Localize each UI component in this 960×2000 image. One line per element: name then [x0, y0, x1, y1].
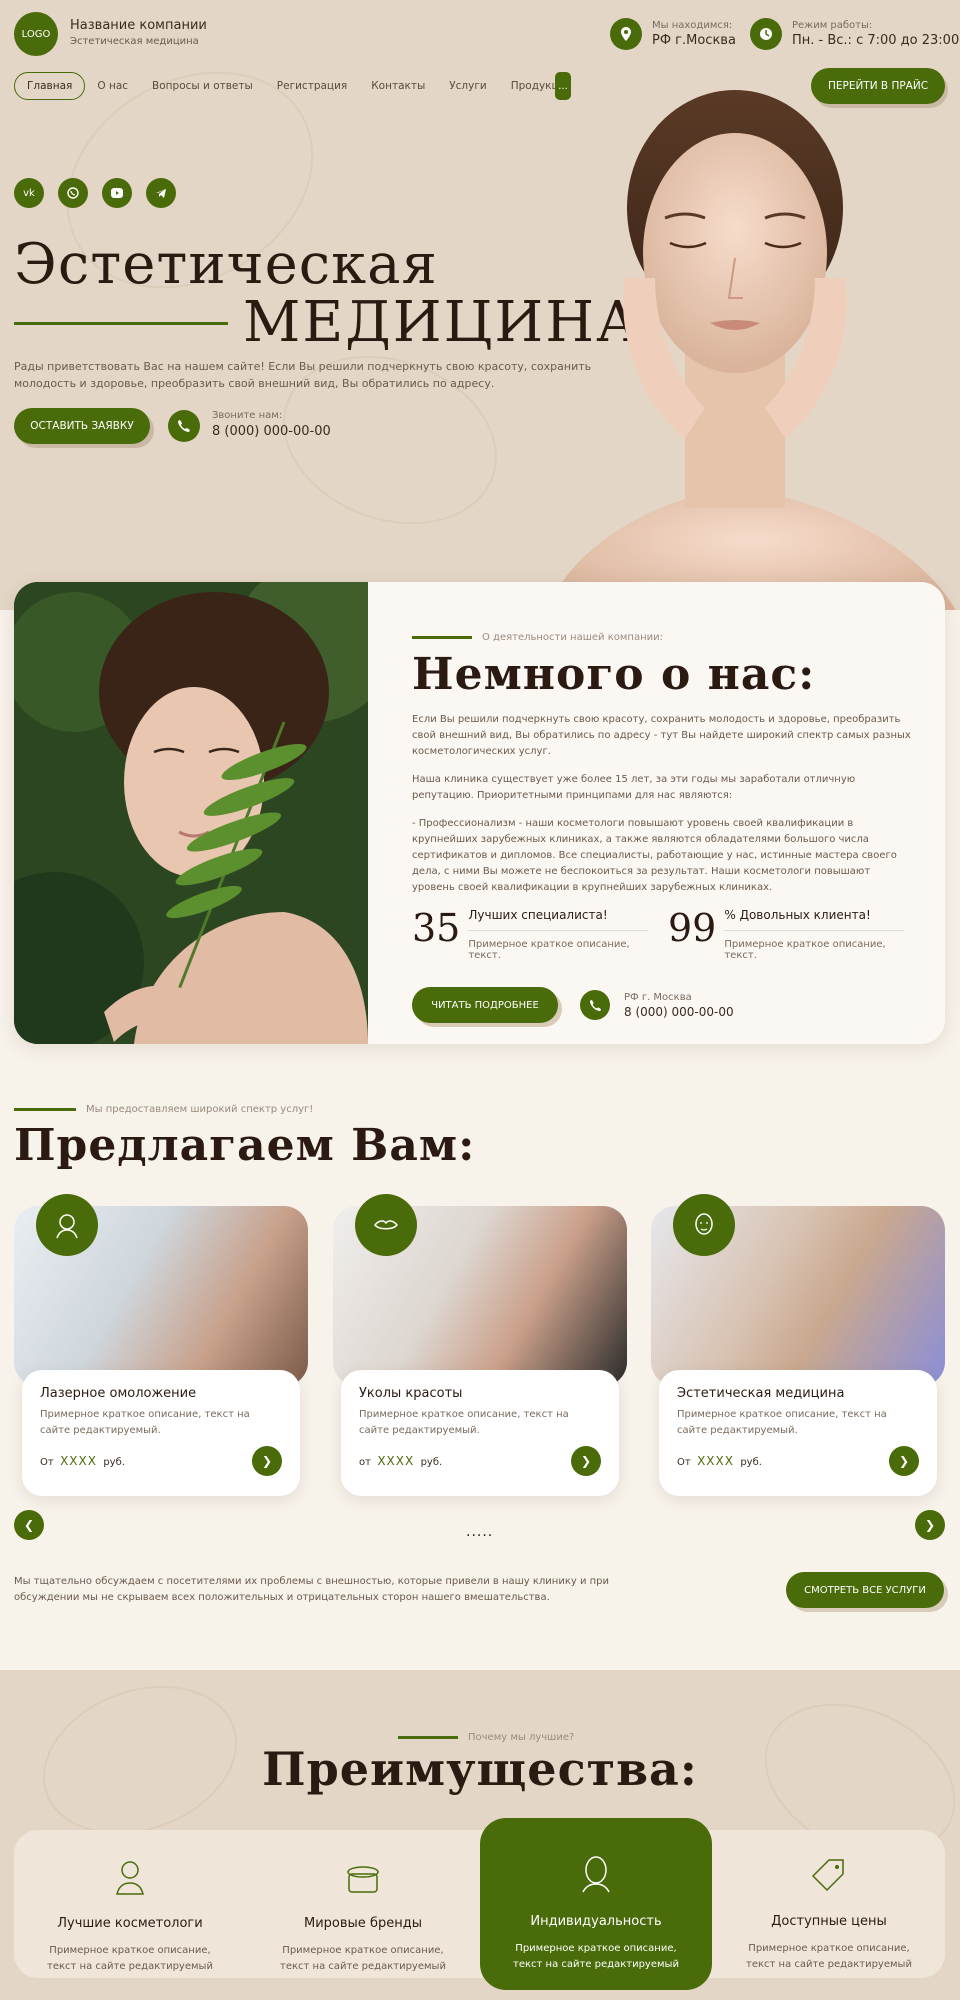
advantage-title: Лучшие косметологи — [57, 1916, 203, 1931]
about-kicker: О деятельности нашей компании: — [482, 632, 663, 643]
hero-title-line1: Эстетическая — [14, 232, 438, 297]
stat-title: % Довольных клиента! — [724, 908, 904, 931]
advantage-title: Доступные цены — [771, 1914, 887, 1929]
advantage-item[interactable]: Лучшие косметологи Примерное краткое опи… — [14, 1822, 246, 1982]
services-kicker: Мы предоставляем широкий спектр услуг! — [86, 1104, 314, 1115]
location-label: Мы находимся: — [652, 20, 733, 31]
about-paragraph-2: Наша клиника существует уже более 15 лет… — [412, 774, 856, 801]
face-icon — [673, 1194, 735, 1256]
request-button[interactable]: ОСТАВИТЬ ЗАЯВКУ — [14, 408, 150, 444]
call-label: Звоните нам: — [212, 410, 283, 421]
service-price: От XXXX руб. — [677, 1454, 762, 1468]
service-desc: Примерное краткое описание, текст на сай… — [677, 1409, 887, 1436]
all-services-button[interactable]: СМОТРЕТЬ ВСЕ УСЛУГИ — [786, 1572, 944, 1608]
chevron-right-icon[interactable]: ❯ — [571, 1446, 601, 1476]
advantage-desc: Примерное краткое описание, текст на сай… — [280, 1945, 446, 1972]
services-section: Мы предоставляем широкий спектр услуг! П… — [0, 1090, 960, 1670]
location-info: Мы находимся: РФ г.Москва — [610, 18, 736, 50]
face-icon — [480, 1854, 712, 1902]
advantage-desc: Примерное краткое описание, текст на сай… — [746, 1943, 912, 1970]
advantages-title: Преимущества: — [262, 1742, 698, 1796]
social-links: vk — [14, 178, 176, 208]
about-title: Немного о нас: — [412, 649, 816, 700]
logo[interactable]: LOGO — [14, 12, 58, 56]
nav-item-contacts[interactable]: Контакты — [359, 73, 437, 99]
hours-value: Пн. - Вс.: с 7:00 до 23:00 — [792, 33, 960, 48]
chevron-right-icon[interactable]: ❯ — [889, 1446, 919, 1476]
about-address: РФ г. Москва — [624, 991, 692, 1003]
hero-section: LOGO Название компании Эстетическая меди… — [0, 0, 960, 610]
read-more-button[interactable]: ЧИТАТЬ ПОДРОБНЕЕ — [412, 987, 558, 1023]
about-woman-fern-photo — [14, 582, 368, 1044]
kicker-line — [14, 1108, 76, 1111]
service-title: Лазерное омоложение — [40, 1386, 197, 1401]
advantage-title: Индивидуальность — [530, 1914, 662, 1929]
hero-title-divider — [14, 322, 228, 325]
advantage-item[interactable]: Мировые бренды Примерное краткое описани… — [247, 1822, 479, 1982]
location-pin-icon — [610, 18, 642, 50]
lips-syringe-icon — [355, 1194, 417, 1256]
main-nav: Главная О нас Вопросы и ответы Регистрац… — [14, 72, 584, 100]
stat-specialists: 35 Лучших специалиста! Примерное краткое … — [412, 908, 648, 961]
advantage-item[interactable]: Индивидуальность Примерное краткое описа… — [480, 1818, 712, 1990]
service-card[interactable]: Уколы красоты Примерное краткое описание… — [333, 1194, 627, 1506]
price-tag-icon — [713, 1858, 945, 1902]
service-card[interactable]: Лазерное омоложение Примерное краткое оп… — [14, 1194, 308, 1506]
advantage-desc: Примерное краткое описание, текст на сай… — [513, 1943, 679, 1970]
services-note: Мы тщательно обсуждаем с посетителями их… — [14, 1576, 610, 1603]
service-desc: Примерное краткое описание, текст на сай… — [359, 1409, 569, 1436]
about-section: О деятельности нашей компании: Немного о… — [14, 582, 945, 1044]
phone-icon[interactable] — [168, 410, 200, 442]
nav-item-services[interactable]: Услуги — [437, 73, 498, 99]
stat-clients: 99 % Довольных клиента! Примерное краткое… — [668, 908, 904, 961]
cream-jar-icon — [247, 1858, 479, 1904]
nav-item-registration[interactable]: Регистрация — [265, 73, 359, 99]
vk-icon[interactable]: vk — [14, 178, 44, 208]
whatsapp-icon[interactable] — [58, 178, 88, 208]
chevron-right-icon[interactable]: ❯ — [915, 1510, 945, 1540]
telegram-icon[interactable] — [146, 178, 176, 208]
service-card[interactable]: Эстетическая медицина Примерное краткое … — [651, 1194, 945, 1506]
advantage-item[interactable]: Доступные цены Примерное краткое описани… — [713, 1822, 945, 1982]
company-subtitle: Эстетическая медицина — [70, 36, 199, 47]
advantage-title: Мировые бренды — [304, 1916, 422, 1931]
hero-woman-photo — [547, 90, 956, 610]
service-price: От XXXX руб. — [40, 1454, 125, 1468]
about-stats: 35 Лучших специалиста! Примерное краткое … — [412, 908, 912, 961]
stat-number: 99 — [668, 906, 717, 950]
location-value: РФ г.Москва — [652, 33, 736, 48]
youtube-icon[interactable] — [102, 178, 132, 208]
company-name: Название компании — [70, 18, 207, 33]
advantages-section: Почему мы лучшие? Преимущества: Лучшие к… — [0, 1670, 960, 2000]
kicker-line — [412, 636, 472, 639]
stat-title: Лучших специалиста! — [468, 908, 648, 931]
stat-number: 35 — [412, 906, 461, 950]
cosmetologist-icon — [36, 1194, 98, 1256]
clock-icon — [750, 18, 782, 50]
about-content: О деятельности нашей компании: Немного о… — [412, 632, 912, 1023]
service-price: от XXXX руб. — [359, 1454, 443, 1468]
hours-label: Режим работы: — [792, 20, 873, 31]
nav-item-about[interactable]: О нас — [85, 73, 140, 99]
advantage-desc: Примерное краткое описание, текст на сай… — [47, 1945, 213, 1972]
service-title: Уколы красоты — [359, 1386, 463, 1401]
about-paragraph-1: Если Вы решили подчеркнуть свою красоту,… — [412, 714, 911, 757]
stat-desc: Примерное краткое описание, текст. — [724, 939, 886, 961]
nav-item-faq[interactable]: Вопросы и ответы — [140, 73, 265, 99]
carousel-pager[interactable]: ..... — [466, 1524, 493, 1540]
chevron-right-icon[interactable]: ❯ — [252, 1446, 282, 1476]
kicker-line — [398, 1736, 458, 1739]
service-desc: Примерное краткое описание, текст на сай… — [40, 1409, 250, 1436]
about-paragraph-3: - Профессионализм - наши косметологи пов… — [412, 818, 897, 893]
call-phone[interactable]: 8 (000) 000-00-00 — [212, 424, 331, 439]
cosmetologist-icon — [14, 1858, 246, 1904]
stat-desc: Примерное краткое описание, текст. — [468, 939, 630, 961]
nav-item-home[interactable]: Главная — [14, 72, 86, 100]
hours-info: Режим работы: Пн. - Вс.: с 7:00 до 23:00 — [750, 18, 959, 50]
chevron-left-icon[interactable]: ❮ — [14, 1510, 44, 1540]
services-title: Предлагаем Вам: — [14, 1120, 476, 1171]
phone-icon[interactable] — [580, 990, 610, 1020]
about-phone[interactable]: 8 (000) 000-00-00 — [624, 1005, 734, 1019]
service-title: Эстетическая медицина — [677, 1386, 845, 1401]
